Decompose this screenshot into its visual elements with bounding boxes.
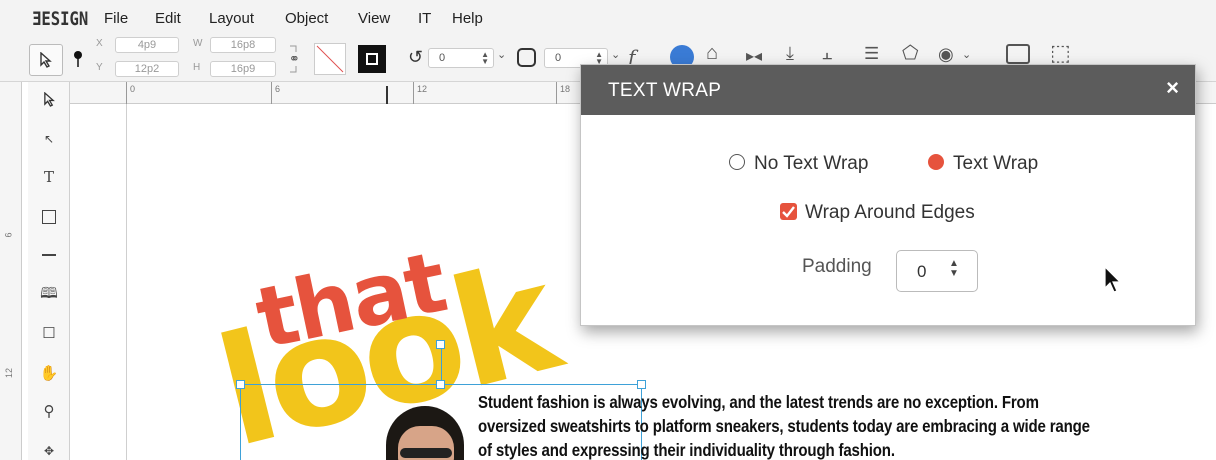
type-icon: T xyxy=(43,168,54,186)
ruler-number: 6 xyxy=(275,84,281,94)
stroke-swatch[interactable] xyxy=(358,45,386,73)
flip-horizontal-icon[interactable]: ▸◂ xyxy=(746,46,762,66)
unlock-icon[interactable]: ⌂ xyxy=(706,42,718,65)
menu-help[interactable]: Help xyxy=(452,10,483,27)
menu-layout[interactable]: Layout xyxy=(209,10,254,27)
no-text-wrap-label[interactable]: No Text Wrap xyxy=(754,153,868,175)
x-field[interactable]: 4p9 xyxy=(115,37,179,53)
h-field[interactable]: 16p9 xyxy=(210,61,276,77)
vertical-ruler: 6 12 xyxy=(0,82,22,460)
hand-tool[interactable]: ✋ xyxy=(38,362,60,384)
book-icon: 🕮 xyxy=(40,284,58,302)
h-label: H xyxy=(193,62,201,73)
chevron-down-icon[interactable]: ⌄ xyxy=(611,48,620,61)
crop-icon[interactable]: ⬚ xyxy=(1050,40,1071,66)
pointer-icon xyxy=(43,91,55,107)
chevron-down-icon[interactable]: ⌄ xyxy=(497,48,506,61)
frame-tool[interactable]: 🕮 xyxy=(38,284,60,306)
direct-selection-tool[interactable]: ↖ xyxy=(38,128,60,150)
close-icon[interactable]: × xyxy=(1166,75,1179,101)
constrain-proportions-icon[interactable]: ⚭ xyxy=(286,44,308,74)
body-text-frame[interactable]: Student fashion is always evolving, and … xyxy=(478,390,1106,460)
y-label: Y xyxy=(96,62,103,73)
menu-it[interactable]: IT xyxy=(418,10,431,27)
dialog-title: TEXT WRAP xyxy=(608,80,722,101)
wrap-edges-label[interactable]: Wrap Around Edges xyxy=(805,202,975,224)
align-icon[interactable]: ⫠ xyxy=(822,44,832,64)
transform-tool[interactable]: ✥ xyxy=(38,440,60,460)
column-guide xyxy=(126,104,127,460)
direct-select-icon: ↖ xyxy=(43,132,55,146)
flip-vertical-icon[interactable]: ⤓ xyxy=(786,43,794,64)
svg-text:⚭: ⚭ xyxy=(289,52,300,67)
resize-handle-tr[interactable] xyxy=(637,380,646,389)
line-tool[interactable] xyxy=(38,244,60,266)
ruler-number: 6 xyxy=(3,232,14,238)
stepper-icon[interactable]: ▲ ▼ xyxy=(595,51,603,66)
corner-radius-icon xyxy=(517,48,536,67)
app-logo: ƎESIGN xyxy=(32,8,89,30)
text-wrap-label[interactable]: Text Wrap xyxy=(953,153,1038,175)
radio-no-text-wrap[interactable] xyxy=(729,154,745,170)
selection-tool-button[interactable] xyxy=(29,44,63,76)
ruler-number: 0 xyxy=(130,84,136,94)
rectangle-icon xyxy=(42,210,56,224)
fill-none-swatch[interactable] xyxy=(314,43,346,75)
wrap-edges-checkbox[interactable] xyxy=(780,203,797,220)
tag-icon[interactable]: ⬠ xyxy=(902,42,919,65)
w-label: W xyxy=(193,38,203,49)
text-wrap-icon[interactable]: ☰ xyxy=(864,44,879,64)
checkmark-icon xyxy=(782,206,795,218)
x-label: X xyxy=(96,38,103,49)
image-icon[interactable] xyxy=(1006,44,1030,64)
transform-icon: ✥ xyxy=(43,444,55,458)
y-field[interactable]: 12p2 xyxy=(115,61,179,77)
menu-view[interactable]: View xyxy=(358,10,390,27)
menu-bar: ƎESIGN File Edit Layout Object View IT H… xyxy=(0,0,1216,36)
stepper-icon[interactable]: ▲ ▼ xyxy=(481,51,489,66)
ruler-number: 12 xyxy=(417,84,428,94)
w-field[interactable]: 16p8 xyxy=(210,37,276,53)
reference-point-icon[interactable] xyxy=(73,50,83,68)
search-icon: ⚲ xyxy=(43,403,55,420)
menu-edit[interactable]: Edit xyxy=(155,10,181,27)
mouse-cursor-icon xyxy=(1104,266,1121,293)
ruler-number: 18 xyxy=(560,84,571,94)
note-tool[interactable]: ☐ xyxy=(38,322,60,344)
toolbox: ↖ T 🕮 ☐ ✋ ⚲ ✥ xyxy=(28,82,70,460)
padding-value: 0 xyxy=(917,262,927,281)
eye-icon[interactable]: ◉ xyxy=(938,44,954,65)
selection-tool[interactable] xyxy=(38,88,60,110)
menu-object[interactable]: Object xyxy=(285,10,328,27)
stepper-icon[interactable]: ▲ ▼ xyxy=(949,259,959,279)
rotation-stem xyxy=(441,345,442,385)
ruler-number: 12 xyxy=(4,367,15,379)
type-tool[interactable]: T xyxy=(38,166,60,188)
menu-file[interactable]: File xyxy=(104,10,128,27)
zoom-tool[interactable]: ⚲ xyxy=(38,400,60,422)
padding-label: Padding xyxy=(802,256,872,277)
resize-handle-tl[interactable] xyxy=(236,380,245,389)
rotate-field[interactable]: 0 ▲ ▼ xyxy=(428,48,494,68)
hand-icon: ✋ xyxy=(39,365,59,382)
padding-stepper[interactable]: 0 ▲ ▼ xyxy=(896,250,978,292)
resize-handle-tc[interactable] xyxy=(436,380,445,389)
chevron-down-icon[interactable]: ⌄ xyxy=(962,48,971,61)
rectangle-tool[interactable] xyxy=(38,206,60,228)
rotate-icon: ↺ xyxy=(408,47,424,67)
dialog-header[interactable]: TEXT WRAP × xyxy=(581,65,1195,115)
radio-text-wrap[interactable] xyxy=(928,154,944,170)
comment-icon: ☐ xyxy=(42,325,56,342)
rotate-handle[interactable] xyxy=(436,340,445,349)
line-icon xyxy=(42,254,56,256)
pointer-icon xyxy=(40,52,52,68)
